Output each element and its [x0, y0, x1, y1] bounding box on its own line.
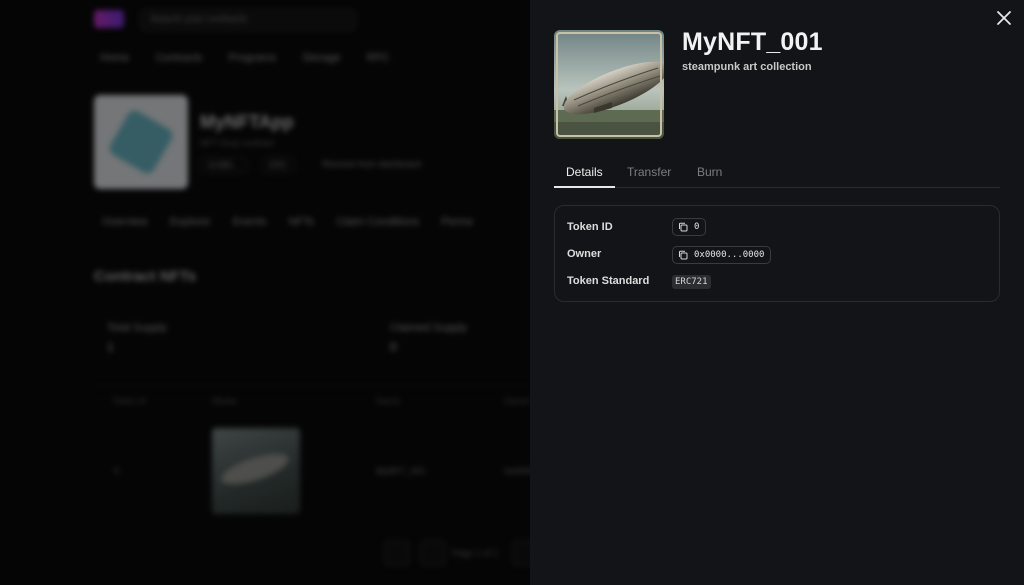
owner-label: Owner — [567, 248, 602, 260]
tab-transfer[interactable]: Transfer — [627, 165, 671, 179]
stat-label: Claimed Supply — [390, 322, 468, 334]
nft-row-image — [212, 428, 300, 514]
column-header: Name — [376, 396, 401, 406]
token-id-copy-button[interactable]: 0 — [672, 218, 707, 236]
contract-thumbnail — [94, 95, 188, 189]
column-header: Owner — [504, 396, 531, 406]
nav-item: RPC — [366, 52, 390, 64]
nft-subtitle: steampunk art collection — [682, 61, 812, 73]
standard-chip: ERC — [262, 157, 296, 173]
owner-copy-button[interactable]: 0x0000...0000 — [672, 246, 772, 264]
drawer-tabs — [554, 158, 1000, 188]
pagination-first — [420, 540, 446, 566]
contract-tab: Events — [232, 216, 267, 228]
owner-value: 0x0000...0000 — [694, 250, 765, 260]
table-cell: 0 — [114, 466, 120, 476]
nft-image — [554, 30, 664, 139]
details-card — [554, 205, 1000, 302]
section-title: Contract NFTs — [94, 268, 197, 285]
search-placeholder: Search your contracts — [150, 14, 248, 25]
app-logo — [94, 10, 124, 28]
pagination-text: Page 1 of 1 — [452, 548, 499, 558]
close-icon — [997, 11, 1011, 25]
token-id-label: Token ID — [567, 221, 613, 233]
copy-icon — [679, 222, 688, 232]
table-cell: MyNFT_001 — [376, 466, 426, 476]
nav-item: Home — [100, 52, 130, 64]
column-header: Media — [212, 396, 237, 406]
copy-icon — [679, 250, 688, 260]
contract-tab: Claim Conditions — [336, 216, 420, 228]
nav-item: Programs — [228, 52, 277, 64]
contract-name: MyNFTApp — [200, 112, 294, 132]
airship-artwork — [554, 30, 664, 139]
stat-value: 0 — [390, 340, 397, 354]
nav-item: Storage — [302, 52, 341, 64]
contract-tab: Overview — [102, 216, 148, 228]
tab-burn[interactable]: Burn — [697, 165, 722, 179]
token-id-value: 0 — [694, 222, 700, 232]
table-divider — [94, 386, 530, 387]
pagination-prev — [384, 540, 410, 566]
contract-tabs: Overview Explorer Events NFTs Claim Cond… — [102, 216, 473, 228]
top-nav: Home Contracts Programs Storage RPC — [100, 52, 390, 64]
contract-tab: Explorer — [169, 216, 211, 228]
contract-tab: NFTs — [288, 216, 315, 228]
token-standard-badge: ERC721 — [672, 275, 711, 289]
address-chip: 0x0B5... — [200, 157, 248, 173]
close-button[interactable] — [992, 6, 1016, 30]
token-standard-label: Token Standard — [567, 275, 650, 287]
remove-from-dashboard: Remove from dashboard — [322, 159, 422, 169]
stat-label: Total Supply — [107, 322, 167, 334]
stat-value: 1 — [107, 340, 114, 354]
nft-title: MyNFT_001 — [682, 28, 823, 56]
contract-tab: Perms — [441, 216, 474, 228]
contract-type: NFT Drop contract — [200, 138, 274, 148]
tab-details[interactable]: Details — [566, 165, 603, 179]
nav-item: Contracts — [155, 52, 203, 64]
active-tab-indicator — [554, 186, 615, 188]
column-header: Token Id — [112, 396, 147, 406]
